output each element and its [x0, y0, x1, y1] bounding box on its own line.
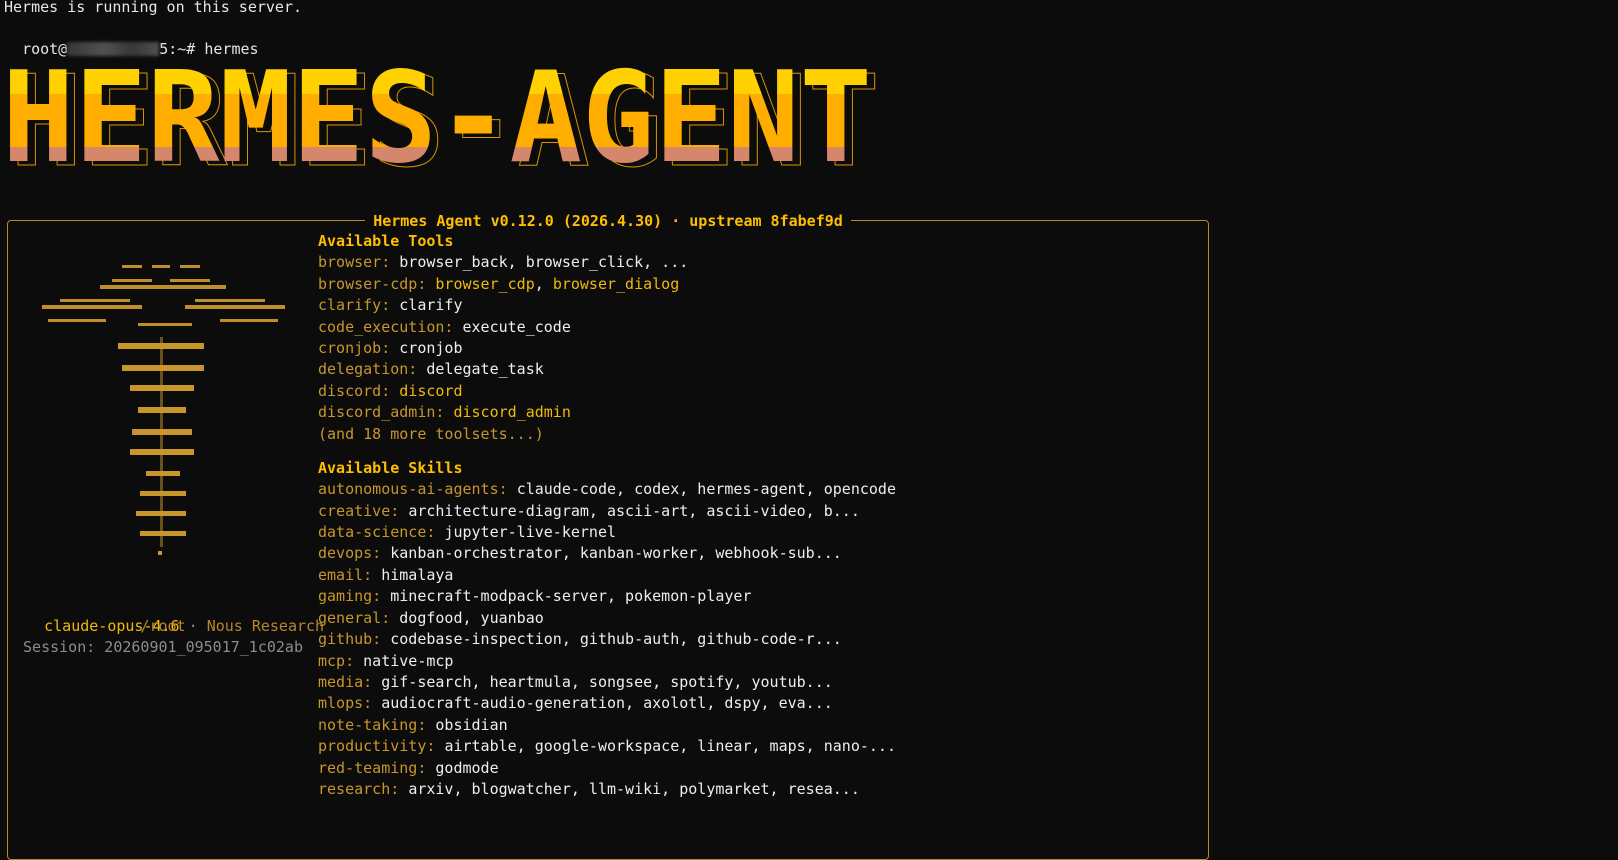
- tool-row: browser: browser_back, browser_click, ..…: [318, 252, 896, 273]
- capabilities-list: Available Tools browser: browser_back, b…: [318, 231, 896, 800]
- skill-category: note-taking:: [318, 715, 427, 734]
- tool-value: ,: [534, 274, 553, 293]
- terminal-prompt-line[interactable]: root@ 5:~# hermes: [4, 18, 259, 60]
- tool-category: browser-cdp:: [318, 274, 427, 293]
- skills-heading: Available Skills: [318, 458, 463, 477]
- session-id: Session: 20260901_095017_1c02ab: [23, 638, 303, 656]
- skill-value: gif-search, heartmula, songsee, spotify,…: [381, 672, 833, 691]
- skill-category: productivity:: [318, 737, 436, 756]
- skill-row: research: arxiv, blogwatcher, llm-wiki, …: [318, 779, 896, 800]
- skill-category: general:: [318, 608, 391, 627]
- skill-value: obsidian: [435, 715, 508, 734]
- tool-row: clarify: clarify: [318, 295, 896, 316]
- skill-value: kanban-orchestrator, kanban-worker, webh…: [390, 544, 842, 563]
- skill-value: airtable, google-workspace, linear, maps…: [444, 737, 896, 756]
- skill-category: creative:: [318, 501, 400, 520]
- hermes-agent-banner: HERMES-AGENT HERMES-AGENT: [2, 58, 881, 183]
- tool-row: discord_admin: discord_admin: [318, 402, 896, 423]
- prompt-command: hermes: [204, 40, 259, 58]
- skill-row: general: dogfood, yuanbao: [318, 608, 896, 629]
- skill-row: productivity: airtable, google-workspace…: [318, 736, 896, 757]
- skill-category: autonomous-ai-agents:: [318, 480, 508, 499]
- skill-row: autonomous-ai-agents: claude-code, codex…: [318, 479, 896, 500]
- skill-value: architecture-diagram, ascii-art, ascii-v…: [408, 501, 860, 520]
- banner-text: HERMES-AGENT: [2, 58, 872, 183]
- skill-category: mcp:: [318, 651, 355, 670]
- skill-value: arxiv, blogwatcher, llm-wiki, polymarket…: [408, 779, 860, 798]
- tools-list: browser: browser_back, browser_click, ..…: [318, 252, 896, 423]
- skill-value: audiocraft-audio-generation, axolotl, ds…: [381, 694, 833, 713]
- skill-value: dogfood, yuanbao: [399, 608, 544, 627]
- skill-value: jupyter-live-kernel: [444, 523, 617, 542]
- tool-value: clarify: [399, 296, 463, 315]
- tool-value: delegate_task: [426, 360, 544, 379]
- tool-value: browser_cdp: [435, 274, 535, 293]
- tool-category: discord_admin:: [318, 403, 445, 422]
- skill-row: mcp: native-mcp: [318, 651, 896, 672]
- tools-more: (and 18 more toolsets...): [318, 424, 544, 443]
- tool-row: delegation: delegate_task: [318, 359, 896, 380]
- redacted-ip: [67, 42, 160, 56]
- tool-category: code_execution:: [318, 317, 454, 336]
- skill-value: himalaya: [381, 565, 454, 584]
- tool-category: browser:: [318, 253, 391, 272]
- skill-row: github: codebase-inspection, github-auth…: [318, 629, 896, 650]
- skill-row: email: himalaya: [318, 565, 896, 586]
- skill-value: godmode: [435, 758, 499, 777]
- skill-row: media: gif-search, heartmula, songsee, s…: [318, 672, 896, 693]
- info-panel: Hermes Agent v0.12.0 (2026.4.30) · upstr…: [7, 212, 1209, 860]
- tools-heading: Available Tools: [318, 232, 454, 250]
- tool-value: cronjob: [399, 339, 463, 358]
- skill-category: github:: [318, 630, 382, 649]
- caduceus-icon: [42, 265, 285, 555]
- working-directory: /root: [140, 617, 186, 635]
- tool-value: discord: [399, 381, 463, 400]
- prompt-suffix: 5:~#: [159, 40, 205, 58]
- skill-value: native-mcp: [363, 651, 454, 670]
- tool-value: browser_back, browser_click, ...: [399, 253, 689, 272]
- skill-row: creative: architecture-diagram, ascii-ar…: [318, 501, 896, 522]
- skill-row: mlops: audiocraft-audio-generation, axol…: [318, 693, 896, 714]
- tool-row: cronjob: cronjob: [318, 338, 896, 359]
- tool-row: discord: discord: [318, 381, 896, 402]
- skill-category: data-science:: [318, 523, 436, 542]
- skill-row: gaming: minecraft-modpack-server, pokemo…: [318, 586, 896, 607]
- skill-row: devops: kanban-orchestrator, kanban-work…: [318, 543, 896, 564]
- tool-category: cronjob:: [318, 339, 391, 358]
- skill-category: mlops:: [318, 694, 373, 713]
- skill-value: claude-code, codex, hermes-agent, openco…: [516, 480, 896, 499]
- skill-row: data-science: jupyter-live-kernel: [318, 522, 896, 543]
- skill-value: minecraft-modpack-server, pokemon-player: [390, 587, 752, 606]
- terminal-output-line: Hermes is running on this server.: [4, 0, 303, 16]
- panel-title: Hermes Agent v0.12.0 (2026.4.30) · upstr…: [8, 211, 1208, 231]
- skill-category: email:: [318, 565, 373, 584]
- tool-row: browser-cdp: browser_cdp, browser_dialog: [318, 274, 896, 295]
- skill-category: gaming:: [318, 587, 382, 606]
- skill-value: codebase-inspection, github-auth, github…: [390, 630, 842, 649]
- tool-value: discord_admin: [453, 403, 571, 422]
- skill-row: note-taking: obsidian: [318, 715, 896, 736]
- prompt-user: root@: [22, 40, 68, 58]
- skill-category: devops:: [318, 544, 382, 563]
- tool-value: browser_dialog: [552, 274, 680, 293]
- tool-category: delegation:: [318, 360, 418, 379]
- skill-category: research:: [318, 779, 400, 798]
- tool-value: execute_code: [462, 317, 571, 336]
- skill-category: red-teaming:: [318, 758, 427, 777]
- tool-category: discord:: [318, 381, 391, 400]
- skills-list: autonomous-ai-agents: claude-code, codex…: [318, 479, 896, 800]
- skill-row: red-teaming: godmode: [318, 758, 896, 779]
- tool-row: code_execution: execute_code: [318, 317, 896, 338]
- skill-category: media:: [318, 672, 373, 691]
- tool-category: clarify:: [318, 296, 391, 315]
